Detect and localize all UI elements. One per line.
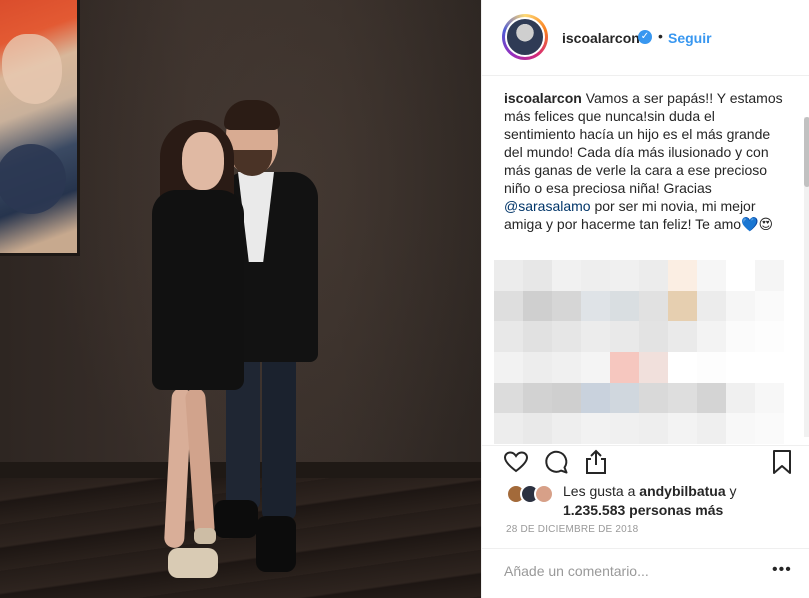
bookmark-icon[interactable] [768,448,796,476]
more-options-icon[interactable]: ••• [772,561,792,579]
caption: iscoalarcon Vamos a ser papás!! Y estamo… [504,89,784,233]
comment-icon[interactable] [542,448,570,476]
verified-badge-icon: ✓ [638,30,652,44]
comment-bar: Añade un comentario... ••• [482,548,809,598]
heart-icon[interactable] [502,448,530,476]
action-bar [482,445,809,477]
liker-username-link[interactable]: andybilbatua [639,483,725,499]
scrollbar[interactable] [804,117,809,437]
avatar[interactable] [534,484,554,504]
avatar[interactable] [505,17,545,57]
likes-prefix: Les gusta a [563,483,640,499]
likes-summary: Les gusta a andybilbatua y 1.235.583 per… [482,478,809,518]
post-header: iscoalarcon ✓ • Seguir [482,0,809,76]
post-date[interactable]: 28 DE DICIEMBRE DE 2018 [506,524,638,535]
share-icon[interactable] [582,448,610,476]
follow-button[interactable]: Seguir [668,30,712,46]
blurred-comments [494,260,784,444]
likes-text: Les gusta a andybilbatua y 1.235.583 per… [563,482,803,520]
scrollbar-thumb[interactable] [804,117,809,187]
post-photo[interactable] [0,0,481,598]
likes-suffix: y [725,483,737,499]
post-side-panel: iscoalarcon ✓ • Seguir iscoalarcon Vamos… [481,0,809,598]
caption-username[interactable]: iscoalarcon [504,90,582,106]
comments-scroll-area[interactable]: iscoalarcon Vamos a ser papás!! Y estamo… [482,77,809,444]
likes-count-link[interactable]: 1.235.583 personas más [563,502,723,518]
wall-painting [0,0,80,256]
story-ring[interactable] [502,14,548,60]
username-link[interactable]: iscoalarcon [562,30,640,46]
comment-input[interactable]: Añade un comentario... [504,563,744,579]
header-separator: • [658,28,663,44]
caption-mention-link[interactable]: @sarasalamo [504,198,591,214]
caption-emojis: 💙😍 [741,216,774,232]
liker-avatars[interactable] [506,484,556,504]
